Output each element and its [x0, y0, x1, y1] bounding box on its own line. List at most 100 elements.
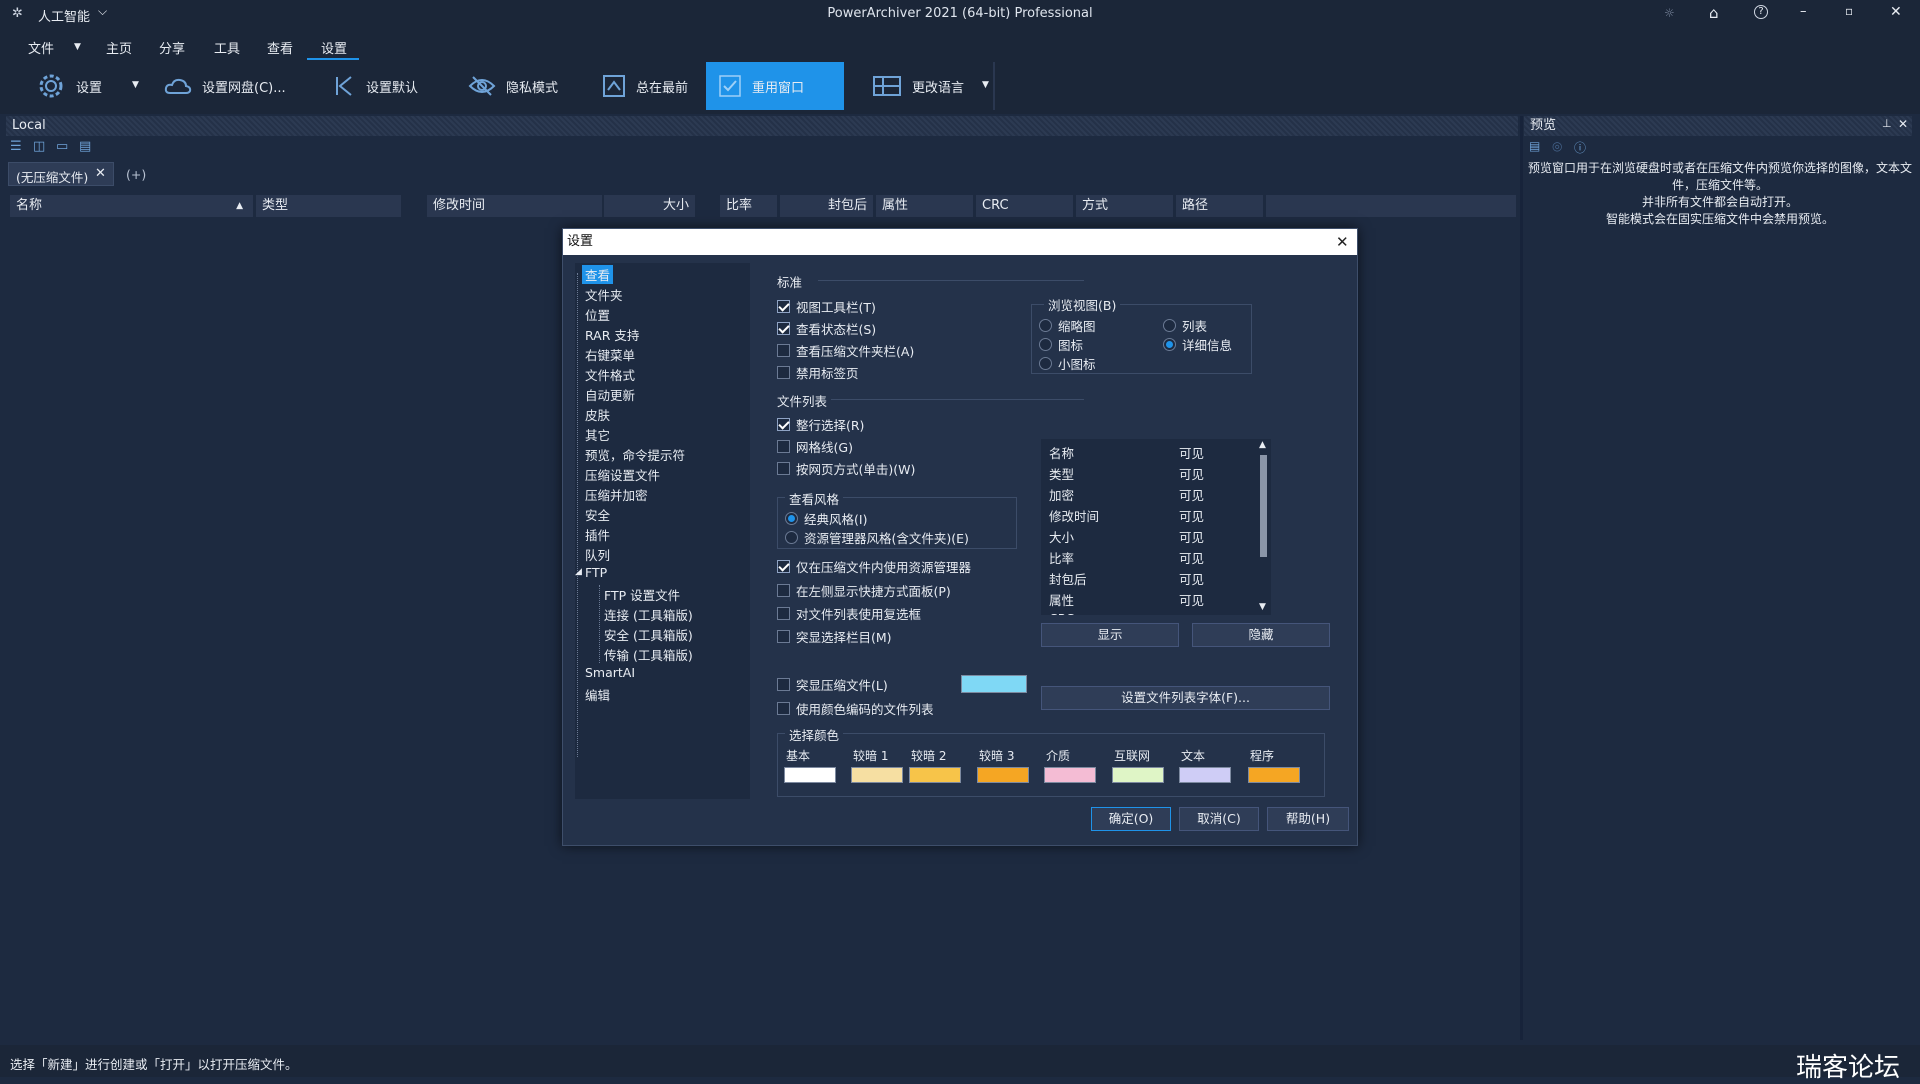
tree-item-security[interactable]: 安全: [585, 505, 610, 524]
tree-item-skins[interactable]: 皮肤: [585, 405, 610, 424]
selection-color-swatch[interactable]: [784, 767, 836, 783]
theme-icon[interactable]: ☼: [1664, 6, 1675, 20]
menu-file[interactable]: 文件: [28, 38, 54, 57]
column-visibility-name[interactable]: CRC: [1049, 611, 1075, 615]
list-scrollbar[interactable]: ▲ ▼: [1256, 439, 1271, 615]
tree-expand-icon[interactable]: ◢: [575, 567, 582, 577]
tree-item-rar[interactable]: RAR 支持: [585, 325, 639, 344]
archive-tab[interactable]: (无压缩文件) ✕: [8, 162, 114, 186]
list-radio[interactable]: 列表: [1163, 316, 1207, 335]
close-preview-icon[interactable]: ✕: [1898, 117, 1908, 131]
tree-item-ftp[interactable]: FTP: [585, 565, 607, 580]
close-icon[interactable]: ✕: [1890, 4, 1902, 20]
shortcut-panel-checkbox[interactable]: 在左侧显示快捷方式面板(P): [777, 581, 951, 600]
language-dropdown-icon[interactable]: ▼: [982, 80, 989, 90]
tree-item-ftp-profiles[interactable]: FTP 设置文件: [604, 585, 680, 604]
info-icon[interactable]: ⓘ: [1574, 139, 1586, 156]
new-tab-button[interactable]: (+): [126, 167, 146, 182]
always-on-top-button[interactable]: 总在最前: [590, 62, 702, 110]
selection-color-swatch[interactable]: [851, 767, 903, 783]
column-visibility-name[interactable]: 类型: [1049, 464, 1074, 483]
tree-item-ftp-transfer[interactable]: 传输 (工具箱版): [604, 645, 693, 664]
column-visibility-name[interactable]: 比率: [1049, 548, 1074, 567]
small-icons-radio[interactable]: 小图标: [1039, 354, 1096, 373]
tree-item-plugins[interactable]: 插件: [585, 525, 610, 544]
tree-item-context-menu[interactable]: 右键菜单: [585, 345, 635, 364]
tree-item-queue[interactable]: 队列: [585, 545, 610, 564]
tree-item-ftp-security[interactable]: 安全 (工具箱版): [604, 625, 693, 644]
view-toolbar-checkbox[interactable]: 视图工具栏(T): [777, 297, 876, 316]
archive-bar-checkbox[interactable]: 查看压缩文件夹栏(A): [777, 341, 914, 360]
grid-lines-checkbox[interactable]: 网格线(G): [777, 437, 853, 456]
column-visibility-name[interactable]: 加密: [1049, 485, 1074, 504]
column-visibility-name[interactable]: 属性: [1049, 590, 1074, 609]
explorer-style-radio[interactable]: 资源管理器风格(含文件夹)(E): [785, 528, 969, 547]
color-coded-list-checkbox[interactable]: 使用颜色编码的文件列表: [777, 699, 934, 718]
selection-color-swatch[interactable]: [1179, 767, 1231, 783]
dialog-close-icon[interactable]: ✕: [1336, 229, 1349, 255]
help-icon[interactable]: ?: [1754, 5, 1768, 19]
change-language-button[interactable]: 更改语言: [860, 62, 972, 110]
reuse-window-button[interactable]: 重用窗口: [706, 62, 844, 110]
column-header-crc[interactable]: CRC: [976, 195, 1074, 217]
split-view-icon[interactable]: ◫: [33, 139, 45, 154]
panel-splitter[interactable]: [1520, 116, 1523, 1040]
smart-preview-icon[interactable]: ◎: [1552, 139, 1562, 153]
column-header-method[interactable]: 方式: [1076, 195, 1174, 217]
column-header-packed[interactable]: 封包后: [780, 195, 874, 217]
selection-color-swatch[interactable]: [909, 767, 961, 783]
text-preview-icon[interactable]: ▤: [1529, 139, 1540, 153]
tree-item-view[interactable]: 查看: [582, 265, 614, 284]
full-row-select-checkbox[interactable]: 整行选择(R): [777, 415, 864, 434]
column-header-modified[interactable]: 修改时间: [427, 195, 603, 217]
scroll-down-icon[interactable]: ▼: [1259, 602, 1266, 612]
selection-color-swatch[interactable]: [1112, 767, 1164, 783]
minimize-icon[interactable]: –: [1800, 4, 1807, 19]
selection-color-swatch[interactable]: [1044, 767, 1096, 783]
tree-item-compress-encrypt[interactable]: 压缩并加密: [585, 485, 648, 504]
tree-item-ftp-connection[interactable]: 连接 (工具箱版): [604, 605, 693, 624]
column-header-attributes[interactable]: 属性: [876, 195, 974, 217]
tree-item-file-formats[interactable]: 文件格式: [585, 365, 635, 384]
pin-icon[interactable]: ⊥: [1882, 117, 1892, 130]
tree-item-misc[interactable]: 其它: [585, 425, 610, 444]
list-view-icon[interactable]: ☰: [10, 139, 22, 154]
column-header-type[interactable]: 类型: [256, 195, 402, 217]
disable-tabs-checkbox[interactable]: 禁用标签页: [777, 363, 859, 382]
column-visibility-name[interactable]: 名称: [1049, 443, 1074, 462]
menu-share[interactable]: 分享: [159, 38, 185, 57]
menu-settings[interactable]: 设置: [321, 38, 347, 57]
tree-item-locations[interactable]: 位置: [585, 305, 610, 324]
scroll-up-icon[interactable]: ▲: [1259, 440, 1266, 450]
menu-view[interactable]: 查看: [267, 38, 293, 57]
highlight-color-swatch[interactable]: [961, 675, 1027, 693]
file-list-font-button[interactable]: 设置文件列表字体(F)...: [1041, 686, 1330, 710]
settings-dropdown-icon[interactable]: ▼: [132, 80, 139, 90]
ok-button[interactable]: 确定(O): [1091, 807, 1171, 831]
tree-item-auto-update[interactable]: 自动更新: [585, 385, 635, 404]
checkboxes-checkbox[interactable]: 对文件列表使用复选框: [777, 604, 921, 623]
column-header-ratio[interactable]: 比率: [720, 195, 778, 217]
hide-column-button[interactable]: 隐藏: [1192, 623, 1330, 647]
menu-home[interactable]: 主页: [106, 38, 132, 57]
column-visibility-name[interactable]: 大小: [1049, 527, 1074, 546]
tree-item-folders[interactable]: 文件夹: [585, 285, 623, 304]
status-bar-checkbox[interactable]: 查看状态栏(S): [777, 319, 876, 338]
tree-item-preview-cmd[interactable]: 预览，命令提示符: [585, 445, 685, 464]
menu-file-dropdown-icon[interactable]: ▼: [74, 42, 81, 52]
tree-item-edit[interactable]: 编辑: [585, 685, 610, 704]
highlight-archives-checkbox[interactable]: 突显压缩文件(L): [777, 675, 888, 694]
cloud-button[interactable]: 设置网盘(C)...: [152, 62, 292, 110]
thumbnail-radio[interactable]: 缩略图: [1039, 316, 1096, 335]
classic-style-radio[interactable]: 经典风格(I): [785, 509, 867, 528]
maximize-icon[interactable]: ▫: [1845, 4, 1853, 18]
details-radio[interactable]: 详细信息: [1163, 335, 1232, 354]
close-tab-icon[interactable]: ✕: [95, 166, 106, 181]
column-header-path[interactable]: 路径: [1176, 195, 1264, 217]
web-style-checkbox[interactable]: 按网页方式(单击)(W): [777, 459, 915, 478]
tree-item-smartai[interactable]: SmartAI: [585, 665, 635, 680]
explorer-in-archive-checkbox[interactable]: 仅在压缩文件内使用资源管理器: [777, 557, 971, 576]
column-header-size[interactable]: 大小: [604, 195, 696, 217]
column-visibility-name[interactable]: 修改时间: [1049, 506, 1099, 525]
column-visibility-name[interactable]: 封包后: [1049, 569, 1087, 588]
